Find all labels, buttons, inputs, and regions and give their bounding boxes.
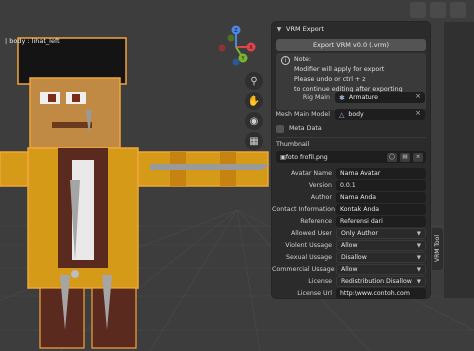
- vrm-export-header[interactable]: ▼ VRM Export: [272, 22, 430, 36]
- version-label: Version: [308, 182, 332, 189]
- chevron-down-icon: ▼: [276, 25, 282, 33]
- viewport-options-button[interactable]: [450, 2, 466, 18]
- thumbnail-field[interactable]: ▣ foto frofil.png ◯ ▤ ×: [276, 151, 426, 163]
- chevron-down-icon: ▼: [416, 242, 421, 249]
- license-label: License: [308, 278, 332, 285]
- author-label: Author: [310, 194, 332, 201]
- viewport-header: [0, 0, 474, 22]
- commercial-usage-dropdown[interactable]: Allow ▼: [336, 264, 426, 275]
- commercial-usage-value: Allow: [341, 266, 358, 273]
- meta-data-checkbox[interactable]: [276, 124, 284, 133]
- thumbnail-file-name: foto frofil.png: [285, 153, 328, 161]
- export-vrm-button[interactable]: Export VRM v0.0 (.vrm): [276, 39, 426, 51]
- gizmo-x-label: X: [249, 45, 253, 51]
- contact-information-label: Contact Information: [272, 206, 335, 213]
- allowed-user-value: Only Author: [341, 230, 378, 237]
- mesh-main-label: Mesh Main Model: [275, 111, 330, 118]
- allowed-user-dropdown[interactable]: Only Author ▼: [336, 228, 426, 239]
- camera-icon[interactable]: ◉: [245, 112, 263, 130]
- mesh-main-field[interactable]: △ body ×: [335, 109, 425, 120]
- region-edge: [444, 22, 474, 298]
- rig-main-label: Rig Main: [302, 94, 330, 101]
- vrm-export-title: VRM Export: [286, 25, 324, 33]
- grid-icon[interactable]: ▦: [245, 132, 263, 150]
- clear-mesh-icon[interactable]: ×: [415, 109, 421, 117]
- version-field[interactable]: 0.0.1: [336, 180, 426, 191]
- thumbnail-label: Thumbnail: [276, 141, 310, 148]
- note-title: Note:: [294, 56, 312, 63]
- chevron-down-icon: ▼: [416, 278, 421, 285]
- gizmo-z-label: Z: [234, 28, 238, 34]
- navigation-gizmo[interactable]: X Y Z: [211, 22, 261, 72]
- hand-icon[interactable]: ✋: [245, 92, 263, 110]
- armature-icon: ✱: [339, 93, 345, 102]
- sexual-usage-dropdown[interactable]: Disallow ▼: [336, 252, 426, 263]
- rig-main-field[interactable]: ✱ Armature ×: [335, 92, 425, 103]
- active-object-label: | body : lihat_left: [5, 37, 60, 45]
- violent-usage-value: Allow: [341, 242, 358, 249]
- divider: [276, 137, 426, 138]
- license-url-label: License Url: [297, 290, 332, 297]
- tab-vrm-tool[interactable]: VRM Tool: [432, 228, 443, 270]
- chevron-down-icon: ▼: [416, 230, 421, 237]
- meta-data-label: Meta Data: [289, 125, 322, 132]
- avatar-name-field[interactable]: Nama Avatar: [336, 168, 426, 179]
- license-value: Redistribution Disallow: [341, 278, 412, 285]
- vrm-tool-tab-label: VRM Tool: [434, 235, 441, 263]
- contact-information-field[interactable]: Kontak Anda: [336, 204, 426, 215]
- meta-data-header[interactable]: Meta Data: [276, 123, 426, 134]
- mesh-main-value: body: [348, 111, 364, 118]
- sexual-usage-value: Disallow: [341, 254, 367, 261]
- note-line-1: Modifier will apply for export: [294, 66, 385, 73]
- commercial-usage-label: Commercial Ussage: [272, 266, 335, 273]
- license-dropdown[interactable]: Redistribution Disallow ▼: [336, 276, 426, 287]
- chevron-down-icon: ▼: [416, 254, 421, 261]
- viewport-shading-button[interactable]: [410, 2, 426, 18]
- chevron-down-icon: ▼: [416, 266, 421, 273]
- avatar-model[interactable]: [0, 30, 272, 351]
- unlink-icon[interactable]: ◯: [387, 152, 397, 162]
- reference-field[interactable]: Referensi dari: [336, 216, 426, 227]
- note-line-2: Please undo or ctrl + z: [294, 76, 366, 83]
- zoom-icon[interactable]: ⚲: [245, 72, 263, 90]
- license-url-field[interactable]: http:\www.contoh.com: [336, 288, 426, 299]
- clear-rig-icon[interactable]: ×: [415, 92, 421, 100]
- mesh-icon: △: [339, 110, 345, 119]
- avatar-name-label: Avatar Name: [290, 170, 332, 177]
- reference-label: Reference: [300, 218, 332, 225]
- rig-main-value: Armature: [348, 94, 378, 101]
- vrm-export-panel: ▼ VRM Export Export VRM v0.0 (.vrm) i No…: [272, 22, 430, 299]
- allowed-user-label: Allowed User: [290, 230, 332, 237]
- folder-icon[interactable]: ▤: [400, 152, 410, 162]
- author-field[interactable]: Nama Anda: [336, 192, 426, 203]
- viewport-overlay-button[interactable]: [430, 2, 446, 18]
- violent-usage-dropdown[interactable]: Allow ▼: [336, 240, 426, 251]
- sexual-usage-label: Sexual Ussage: [286, 254, 332, 261]
- close-icon[interactable]: ×: [413, 152, 423, 162]
- violent-usage-label: Violent Ussage: [285, 242, 332, 249]
- info-icon: i: [281, 56, 290, 65]
